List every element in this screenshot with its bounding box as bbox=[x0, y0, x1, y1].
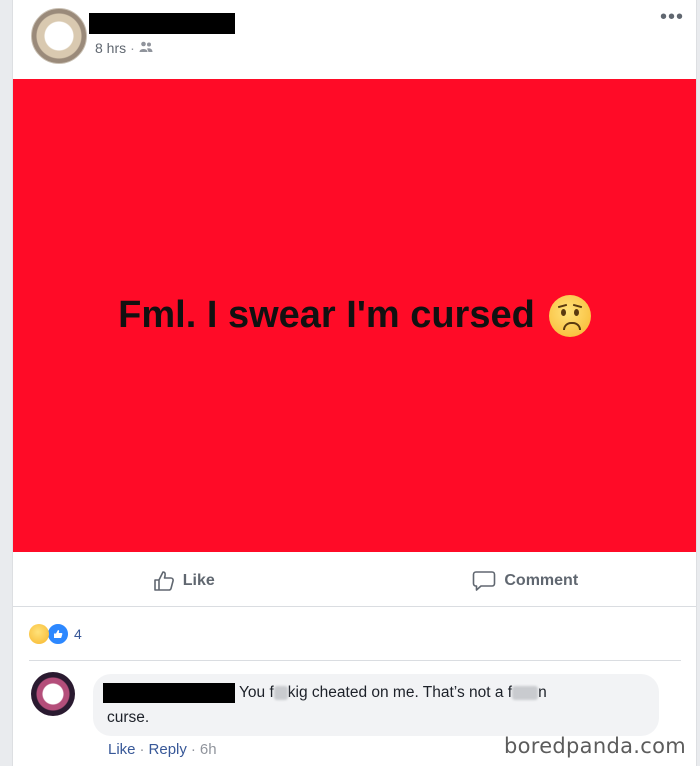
commenter-avatar[interactable] bbox=[31, 672, 75, 716]
author-avatar[interactable] bbox=[31, 8, 87, 64]
reaction-count: 4 bbox=[74, 626, 82, 642]
like-label: Like bbox=[182, 572, 215, 589]
comment-text-part3: n bbox=[538, 684, 547, 701]
friends-icon[interactable] bbox=[139, 40, 153, 56]
like-reaction-icon bbox=[46, 622, 70, 646]
comments-divider bbox=[29, 660, 681, 661]
post-time[interactable]: 8 hrs bbox=[95, 40, 126, 56]
comment-reply-link[interactable]: Reply bbox=[149, 741, 187, 758]
post-header: 8 hrs · ••• bbox=[13, 0, 696, 78]
comment-bubble: You f kig cheated on me. That’s not a fn … bbox=[93, 674, 659, 736]
comment-actions-separator: · bbox=[139, 741, 145, 758]
comment-text-part2: kig cheated on me. That’s not a f bbox=[287, 684, 513, 701]
post-image-text: Fml. I swear I'm cursed bbox=[118, 294, 535, 336]
comment-actions: Like · Reply · 6h bbox=[108, 741, 217, 758]
reactions-summary[interactable]: 4 bbox=[29, 622, 82, 646]
post-actions: Like Comment bbox=[13, 556, 696, 607]
comment-text-part1: You f bbox=[239, 684, 274, 701]
comment-text-line2: curse. bbox=[107, 709, 150, 726]
commenter-name-redacted bbox=[103, 683, 235, 703]
comment-button[interactable]: Comment bbox=[355, 556, 697, 606]
comment-label: Comment bbox=[504, 572, 579, 589]
comment-icon bbox=[473, 571, 496, 591]
like-button[interactable]: Like bbox=[13, 556, 355, 606]
post-image[interactable]: Fml. I swear I'm cursed bbox=[13, 79, 696, 552]
watermark: boredpanda.com bbox=[503, 734, 686, 758]
comment-text-line1: You f kig cheated on me. That’s not a f n bbox=[239, 684, 547, 702]
post-image-text-wrap: Fml. I swear I'm cursed bbox=[118, 294, 591, 337]
more-options-icon[interactable]: ••• bbox=[660, 6, 684, 29]
author-name-redacted bbox=[89, 13, 235, 34]
comment-actions-separator: · bbox=[190, 741, 196, 758]
sad-reaction-icon bbox=[29, 624, 49, 644]
censored-word bbox=[273, 685, 288, 700]
worried-face-emoji bbox=[548, 294, 591, 337]
post-card: 8 hrs · ••• Fml. I swear I'm cursed Like… bbox=[12, 0, 697, 766]
thumbs-up-icon bbox=[153, 571, 174, 591]
meta-separator: · bbox=[130, 40, 135, 56]
post-meta: 8 hrs · bbox=[95, 40, 153, 56]
comment-like-link[interactable]: Like bbox=[108, 741, 136, 758]
censored-word bbox=[512, 685, 539, 700]
comment-time[interactable]: 6h bbox=[200, 741, 217, 758]
